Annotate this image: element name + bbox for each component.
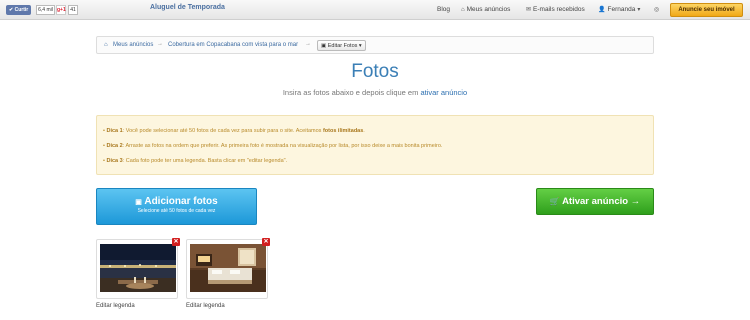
tips-box: • Dica 1: Você pode selecionar até 50 fo… [96,115,654,175]
facebook-like-count: 6,4 mil [36,5,55,15]
tip-2-label: Dica 2 [106,143,123,149]
edit-caption-link[interactable]: Editar legenda [186,303,225,309]
tip-3-label: Dica 3 [106,158,123,164]
home-icon: ⌂ [461,6,465,13]
breadcrumb-current-label: Editar Fotos [327,43,358,49]
google-plus-button[interactable]: g+1 [56,5,66,15]
chevron-down-icon: ▾ [358,43,362,49]
tip-2: • Dica 2: Arraste as fotos na ordem que … [103,143,443,149]
nav-blog[interactable]: Blog [437,6,450,13]
nav-my-listings-label: Meus anúncios [466,6,511,13]
add-photos-label: Adicionar fotos [144,196,218,207]
breadcrumb-arrow-icon: → [157,41,163,47]
chevron-down-icon: ▾ [637,7,641,13]
breadcrumb-my-listings[interactable]: Meus anúncios [113,42,153,48]
delete-photo-button[interactable]: ✕ [172,238,180,246]
tip-1-text: : Você pode selecionar até 50 fotos de c… [122,128,323,134]
page-subtitle: Insira as fotos abaixo e depois clique e… [0,88,750,97]
nav-user-menu[interactable]: 👤 Fernanda ▾ [598,6,640,13]
nav-emails[interactable]: ✉ E-mails recebidos [526,6,585,13]
google-plus-count: 41 [68,5,78,15]
top-navbar: ✔ Curtir 6,4 mil g+1 41 Aluguel de Tempo… [0,0,750,20]
tip-3-text: : Cada foto pode ter uma legenda. Basta … [122,158,288,164]
breadcrumb-listing[interactable]: Cobertura em Copacabana com vista para o… [168,42,298,48]
camera-icon: ▣ [135,199,142,206]
nav-emails-label: E-mails recebidos [533,6,585,13]
photo-thumbnail [100,244,176,292]
tip-1: • Dica 1: Você pode selecionar até 50 fo… [103,128,365,134]
tip-3: • Dica 3: Cada foto pode ter uma legenda… [103,158,288,164]
breadcrumb-current-select[interactable]: ▣ Editar Fotos ▾ [317,40,366,51]
site-brand[interactable]: Aluguel de Temporada [150,4,225,11]
page-title: Fotos [351,61,399,82]
user-icon: 👤 [598,7,606,13]
globe-icon: ◎ [654,7,660,13]
breadcrumb-home-icon: ⌂ [104,42,108,48]
add-photos-button[interactable]: ▣ Adicionar fotos Selecione até 50 fotos… [96,188,257,225]
tip-2-text: : Arraste as fotos na ordem que preferir… [122,143,443,149]
tip-1-label: Dica 1 [106,128,123,134]
tip-1-bold: fotos ilimitadas [322,128,364,134]
breadcrumb-arrow-icon: → [305,41,311,47]
edit-caption-link[interactable]: Editar legenda [96,303,135,309]
envelope-icon: ✉ [526,7,532,13]
photo-card[interactable]: ✕ [186,238,270,299]
nav-user-label: Fernanda [607,6,636,13]
photo-card[interactable]: ✕ [96,238,180,299]
nav-my-listings[interactable]: ⌂ Meus anúncios [461,6,510,13]
nav-blog-label: Blog [437,6,451,13]
advertise-property-button[interactable]: Anuncie seu imóvel [670,3,743,17]
activate-listing-label: Ativar anúncio → [562,196,641,207]
camera-icon: ▣ [321,43,327,49]
facebook-like-button[interactable]: ✔ Curtir [6,5,32,15]
photo-thumbnail [190,244,266,292]
activate-listing-button[interactable]: 🛒 Ativar anúncio → [536,188,654,215]
add-photos-sublabel: Selecione até 50 fotos de cada vez [137,208,216,214]
breadcrumb: ⌂ Meus anúncios → Cobertura em Copacaban… [96,36,654,54]
tip-1-end: . [363,128,365,134]
activate-listing-link[interactable]: ativar anúncio [420,88,467,97]
subtitle-text: Insira as fotos abaixo e depois clique e… [282,88,419,97]
delete-photo-button[interactable]: ✕ [262,238,270,246]
nav-globe[interactable]: ◎ [654,6,659,13]
cart-icon: 🛒 [549,197,560,206]
